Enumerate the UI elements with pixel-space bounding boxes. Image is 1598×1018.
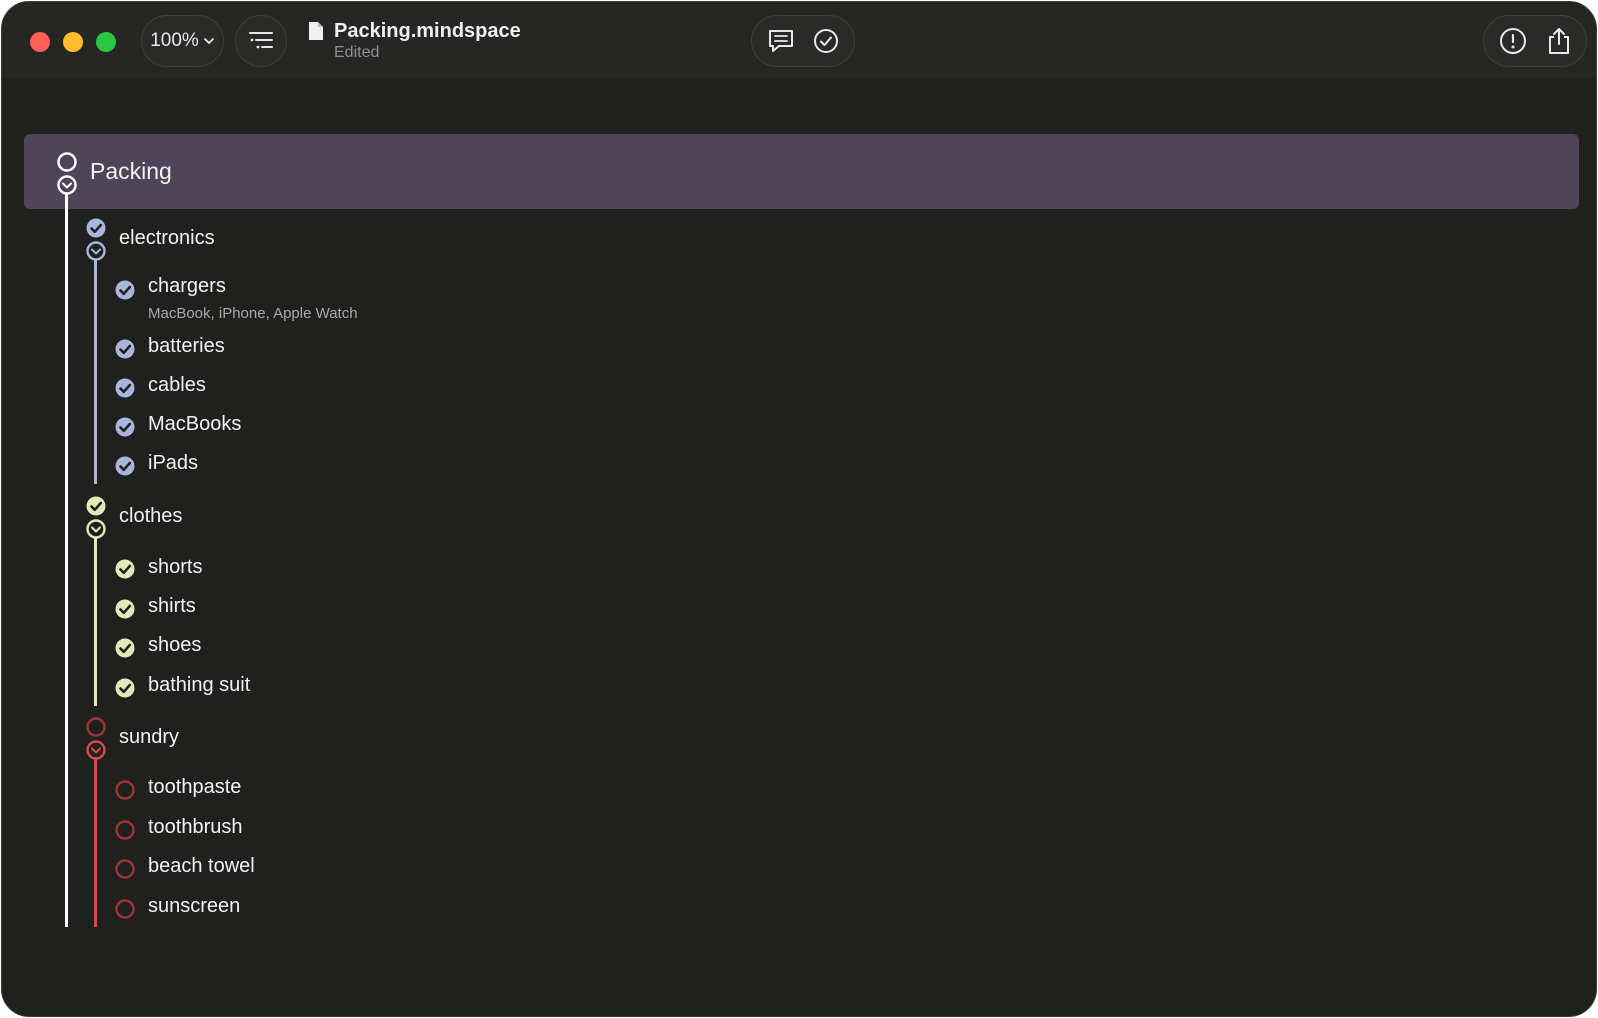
document-status: Edited [334,44,380,61]
minimize-window-button[interactable] [63,32,83,52]
root-branch-line [65,194,68,927]
close-window-button[interactable] [30,32,50,52]
item-label-cables[interactable]: cables [148,374,206,397]
zoom-value: 100% [150,30,199,51]
item-label-toothbrush[interactable]: toothbrush [148,816,243,839]
group-checked-icon[interactable] [85,495,107,517]
collapse-chevron-icon[interactable] [85,240,107,262]
item-label-bathing-suit[interactable]: bathing suit [148,674,250,697]
clothes-branch-line [94,538,97,706]
collapse-chevron-icon[interactable] [85,518,107,540]
zoom-window-button[interactable] [96,32,116,52]
checked-circle-icon[interactable] [114,338,136,360]
unchecked-circle-icon[interactable] [114,819,136,841]
root-status-circle-icon[interactable] [56,151,78,173]
app-window: 100% Packing.mindspace Edited Packing el… [1,1,1597,1017]
item-label-chargers[interactable]: chargers [148,275,226,298]
info-icon[interactable] [1499,27,1527,55]
checked-circle-icon[interactable] [114,455,136,477]
unchecked-circle-icon[interactable] [114,898,136,920]
item-label-ipads[interactable]: iPads [148,452,198,475]
collapse-chevron-icon[interactable] [56,174,78,196]
item-note-chargers: MacBook, iPhone, Apple Watch [148,305,358,322]
root-node-label[interactable]: Packing [90,158,172,185]
item-label-shoes[interactable]: shoes [148,634,201,657]
outline-icon [249,32,273,49]
document-title: Packing.mindspace [334,20,521,42]
item-label-shirts[interactable]: shirts [148,595,196,618]
group-unchecked-icon[interactable] [85,716,107,738]
item-label-macbooks[interactable]: MacBooks [148,413,241,436]
zoom-dropdown[interactable]: 100% [141,15,224,67]
root-row-highlight[interactable] [24,134,1579,209]
checked-circle-icon[interactable] [114,677,136,699]
sundry-branch-line [94,759,97,927]
unchecked-circle-icon[interactable] [114,858,136,880]
checked-circle-icon[interactable] [114,558,136,580]
chevron-down-icon [203,38,214,45]
item-label-batteries[interactable]: batteries [148,335,225,358]
checked-circle-icon[interactable] [114,598,136,620]
group-label-electronics[interactable]: electronics [119,227,215,250]
collapse-chevron-icon[interactable] [85,739,107,761]
checkmark-circle-icon[interactable] [813,28,839,54]
checked-circle-icon[interactable] [114,377,136,399]
group-label-clothes[interactable]: clothes [119,505,182,528]
comment-icon[interactable] [767,28,795,54]
item-label-shorts[interactable]: shorts [148,556,202,579]
outline-button[interactable] [235,15,287,67]
group-checked-icon[interactable] [85,217,107,239]
unchecked-circle-icon[interactable] [114,779,136,801]
document-icon [309,22,323,40]
center-toolbar-group [751,15,855,67]
group-label-sundry[interactable]: sundry [119,726,179,749]
checked-circle-icon[interactable] [114,416,136,438]
electronics-branch-line [94,260,97,484]
share-icon[interactable] [1547,27,1571,55]
checked-circle-icon[interactable] [114,279,136,301]
item-label-sunscreen[interactable]: sunscreen [148,895,240,918]
checked-circle-icon[interactable] [114,637,136,659]
right-toolbar-group [1483,15,1587,67]
title-bar: 100% Packing.mindspace Edited [2,2,1596,78]
item-label-beach-towel[interactable]: beach towel [148,855,255,878]
item-label-toothpaste[interactable]: toothpaste [148,776,241,799]
